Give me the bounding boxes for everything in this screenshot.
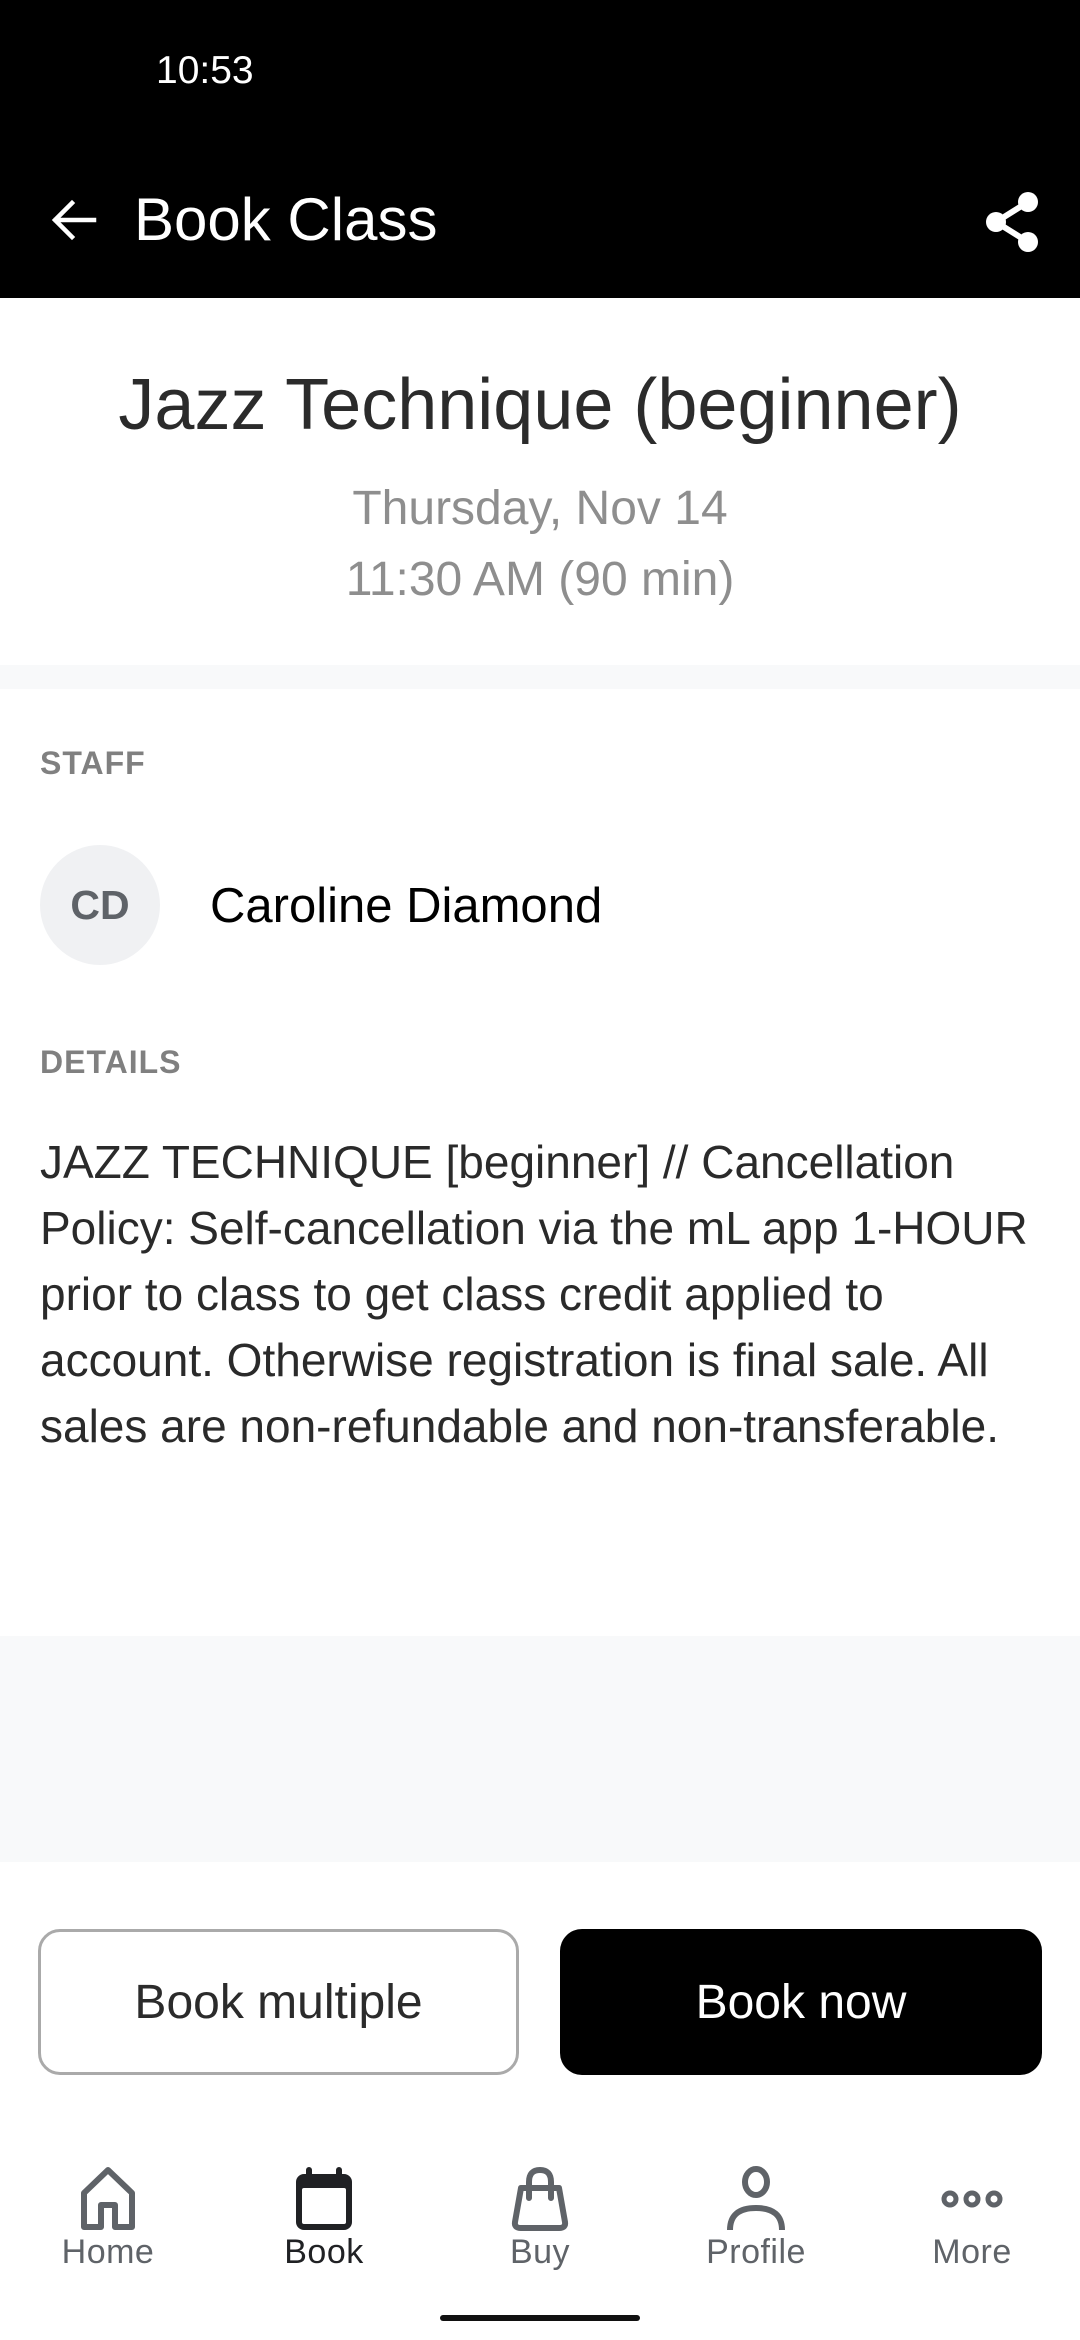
status-clock: 10:53 xyxy=(156,49,254,92)
person-icon xyxy=(721,2164,791,2234)
class-header: Jazz Technique (beginner) Thursday, Nov … xyxy=(0,298,1080,665)
nav-label: Profile xyxy=(706,2233,806,2271)
more-horizontal-icon xyxy=(937,2164,1007,2234)
nav-item-buy[interactable]: Buy xyxy=(432,2140,648,2300)
home-icon xyxy=(73,2164,143,2234)
bottom-nav: Home Book Buy Profile More xyxy=(0,2140,1080,2300)
details-section-label: DETAILS xyxy=(40,1044,182,1080)
app-bar: Book Class xyxy=(0,120,1080,298)
share-icon xyxy=(986,192,1038,252)
arrow-left-icon xyxy=(51,199,97,241)
nav-item-profile[interactable]: Profile xyxy=(648,2140,864,2300)
staff-section-label: STAFF xyxy=(40,745,146,781)
nav-label: Buy xyxy=(509,2233,571,2271)
status-bar: 10:53 xyxy=(0,0,1080,120)
shopping-bag-icon xyxy=(505,2164,575,2234)
calendar-icon xyxy=(289,2164,359,2234)
nav-label: Book xyxy=(284,2233,364,2271)
book-now-button[interactable]: Book now xyxy=(560,1929,1042,2075)
class-date: Thursday, Nov 14 xyxy=(352,482,728,535)
class-description: JAZZ TECHNIQUE [beginner] // Cancellatio… xyxy=(40,1136,1028,1452)
nav-label: Home xyxy=(61,2233,155,2271)
staff-row[interactable]: CD Caroline Diamond xyxy=(0,835,1080,975)
share-button[interactable] xyxy=(974,184,1050,260)
nav-item-home[interactable]: Home xyxy=(0,2140,216,2300)
avatar: CD xyxy=(40,845,160,965)
section-divider xyxy=(0,665,1080,689)
back-button[interactable] xyxy=(40,190,108,250)
page-title: Book Class xyxy=(134,186,438,253)
class-time: 11:30 AM (90 min) xyxy=(345,553,735,606)
staff-name: Caroline Diamond xyxy=(210,879,603,933)
spacer-band xyxy=(0,1636,1080,1862)
nav-item-more[interactable]: More xyxy=(864,2140,1080,2300)
class-title: Jazz Technique (beginner) xyxy=(118,365,962,445)
nav-label: More xyxy=(932,2233,1012,2271)
nav-item-book[interactable]: Book xyxy=(216,2140,432,2300)
home-indicator[interactable] xyxy=(440,2315,640,2321)
book-multiple-button[interactable]: Book multiple xyxy=(38,1929,519,2075)
